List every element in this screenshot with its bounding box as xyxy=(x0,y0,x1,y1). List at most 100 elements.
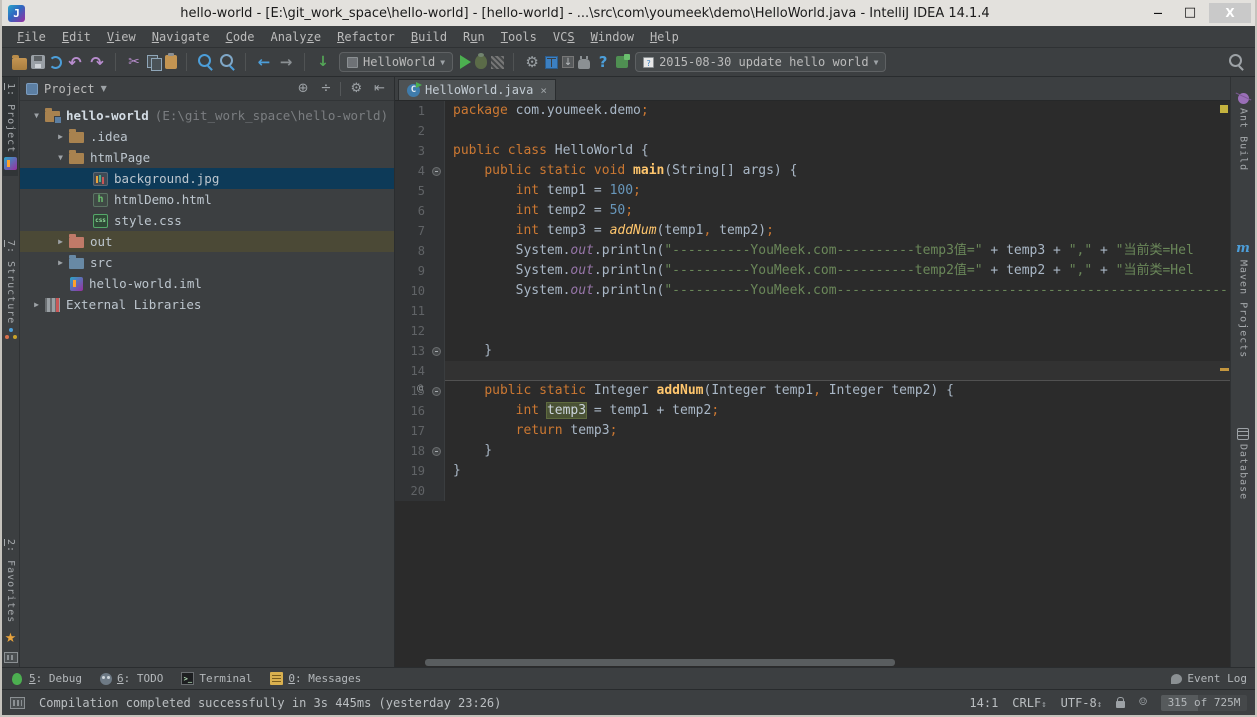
code-line-14[interactable]: 14 xyxy=(395,361,1230,381)
code-line-4[interactable]: 4 public static void main(String[] args)… xyxy=(395,161,1230,181)
code-line-15[interactable]: 15@ public static Integer addNum(Integer… xyxy=(395,381,1230,401)
code-line-6[interactable]: 6 int temp2 = 50; xyxy=(395,201,1230,221)
chevron-down-icon[interactable]: ▼ xyxy=(52,153,69,162)
tree-item-external-libraries[interactable]: ▶External Libraries xyxy=(20,294,394,315)
menu-vcs[interactable]: VCS xyxy=(546,28,582,46)
copy-icon[interactable] xyxy=(147,55,161,69)
code-line-5[interactable]: 5 int temp1 = 100; xyxy=(395,181,1230,201)
search-icon[interactable] xyxy=(1227,53,1245,71)
event-log-button[interactable]: Event Log xyxy=(1171,672,1247,685)
toolwindow-switcher-icon[interactable] xyxy=(4,652,18,663)
fold-region-gutter[interactable] xyxy=(429,441,445,461)
fold-marker-icon[interactable] xyxy=(432,387,441,396)
redo-icon[interactable] xyxy=(88,53,106,71)
code-line-7[interactable]: 7 int temp3 = addNum(temp1, temp2); xyxy=(395,221,1230,241)
chevron-right-icon[interactable]: ▶ xyxy=(52,132,69,141)
save-icon[interactable] xyxy=(31,55,45,69)
close-tab-icon[interactable]: × xyxy=(540,84,547,97)
tool-button-0-messages[interactable]: 0: Messages xyxy=(270,672,361,685)
code-line-17[interactable]: 17 return temp3; xyxy=(395,421,1230,441)
menu-analyze[interactable]: Analyze xyxy=(264,28,329,46)
code-line-12[interactable]: 12 xyxy=(395,321,1230,341)
tree-item-src[interactable]: ▶src xyxy=(20,252,394,273)
menu-window[interactable]: Window xyxy=(584,28,641,46)
chevron-down-icon[interactable]: ▼ xyxy=(101,84,107,93)
open-icon[interactable] xyxy=(12,58,27,70)
tree-item-hello-world[interactable]: ▼hello-world (E:\git_work_space\hello-wo… xyxy=(20,105,394,126)
code-line-2[interactable]: 2 xyxy=(395,121,1230,141)
sort-icon[interactable] xyxy=(314,53,332,71)
import-icon[interactable] xyxy=(562,56,574,68)
android-icon[interactable] xyxy=(578,59,590,69)
code-editor[interactable]: 1package com.youmeek.demo;23public class… xyxy=(395,101,1230,658)
tool-button-terminal[interactable]: Terminal xyxy=(181,672,252,685)
find-icon[interactable] xyxy=(196,53,214,71)
tree-item-htmldemo-html[interactable]: htmlDemo.html xyxy=(20,189,394,210)
error-stripe[interactable] xyxy=(1218,101,1230,658)
annotation-gutter-icon[interactable]: @ xyxy=(417,383,423,394)
forward-icon[interactable] xyxy=(277,53,295,71)
caret-position[interactable]: 14:1 xyxy=(969,696,998,710)
hide-panel-icon[interactable]: ⇤ xyxy=(371,81,388,96)
minimize-button[interactable] xyxy=(1145,4,1171,22)
code-line-3[interactable]: 3public class HelloWorld { xyxy=(395,141,1230,161)
tree-item-out[interactable]: ▶out xyxy=(20,231,394,252)
fold-marker-icon[interactable] xyxy=(432,347,441,356)
menu-refactor[interactable]: Refactor xyxy=(330,28,402,46)
fold-region-gutter[interactable]: @ xyxy=(429,381,445,401)
coverage-icon[interactable] xyxy=(491,56,504,69)
fold-region-gutter[interactable] xyxy=(429,161,445,181)
tool-button-ant-build[interactable]: Ant Build xyxy=(1237,87,1250,177)
code-line-18[interactable]: 18 } xyxy=(395,441,1230,461)
inspection-status-icon[interactable] xyxy=(1220,105,1228,113)
encoding-select[interactable]: UTF-8↕ xyxy=(1061,696,1103,710)
vcs-commit-message-select[interactable]: 2015-08-30 update hello world ▼ xyxy=(635,52,886,72)
run-icon[interactable] xyxy=(460,55,471,69)
project-structure-icon[interactable] xyxy=(545,56,558,69)
help-icon[interactable] xyxy=(594,53,612,71)
fold-region-gutter[interactable] xyxy=(429,341,445,361)
lock-icon[interactable] xyxy=(1116,701,1125,708)
menu-file[interactable]: File xyxy=(10,28,53,46)
code-line-13[interactable]: 13 } xyxy=(395,341,1230,361)
code-line-11[interactable]: 11 xyxy=(395,301,1230,321)
code-line-9[interactable]: 9 System.out.println("----------YouMeek.… xyxy=(395,261,1230,281)
chevron-down-icon[interactable]: ▼ xyxy=(28,111,45,120)
replace-icon[interactable] xyxy=(218,53,236,71)
code-line-16[interactable]: 16 int temp3 = temp1 + temp2; xyxy=(395,401,1230,421)
back-icon[interactable] xyxy=(255,53,273,71)
menu-tools[interactable]: Tools xyxy=(494,28,544,46)
tree-item-style-css[interactable]: style.css xyxy=(20,210,394,231)
chevron-right-icon[interactable]: ▶ xyxy=(52,237,69,246)
locate-icon[interactable]: ⊕ xyxy=(295,81,312,96)
chevron-right-icon[interactable]: ▶ xyxy=(52,258,69,267)
undo-icon[interactable] xyxy=(66,53,84,71)
tree-item-hello-world-iml[interactable]: hello-world.iml xyxy=(20,273,394,294)
fold-marker-icon[interactable] xyxy=(432,167,441,176)
code-line-10[interactable]: 10 System.out.println("----------YouMeek… xyxy=(395,281,1230,301)
tool-button-5-debug[interactable]: 5: Debug xyxy=(10,672,82,685)
debug-icon[interactable] xyxy=(475,55,487,69)
cut-icon[interactable] xyxy=(125,53,143,71)
tree-item-background-jpg[interactable]: background.jpg xyxy=(20,168,394,189)
hector-inspector-icon[interactable]: ☺ xyxy=(1139,695,1147,710)
horizontal-scrollbar[interactable] xyxy=(395,658,1230,667)
tool-button-database[interactable]: Database xyxy=(1236,422,1250,506)
tree-item--idea[interactable]: ▶.idea xyxy=(20,126,394,147)
code-line-8[interactable]: 8 System.out.println("----------YouMeek.… xyxy=(395,241,1230,261)
memory-indicator[interactable]: 315 of 725M xyxy=(1161,695,1247,711)
menu-run[interactable]: Run xyxy=(456,28,492,46)
fold-marker-icon[interactable] xyxy=(432,447,441,456)
sync-icon[interactable] xyxy=(49,56,62,69)
paste-icon[interactable] xyxy=(165,55,177,69)
close-button[interactable]: X xyxy=(1209,3,1251,23)
tool-button-project[interactable]: 1: Project xyxy=(3,77,18,176)
line-ending-select[interactable]: CRLF↕ xyxy=(1012,696,1046,710)
tool-button-structure[interactable]: 7: Structure xyxy=(4,234,18,346)
toolwindow-toggle-icon[interactable] xyxy=(10,697,25,709)
maximize-button[interactable] xyxy=(1177,4,1203,22)
code-line-1[interactable]: 1package com.youmeek.demo; xyxy=(395,101,1230,121)
chevron-right-icon[interactable]: ▶ xyxy=(28,300,45,309)
menu-build[interactable]: Build xyxy=(404,28,454,46)
menu-edit[interactable]: Edit xyxy=(55,28,98,46)
